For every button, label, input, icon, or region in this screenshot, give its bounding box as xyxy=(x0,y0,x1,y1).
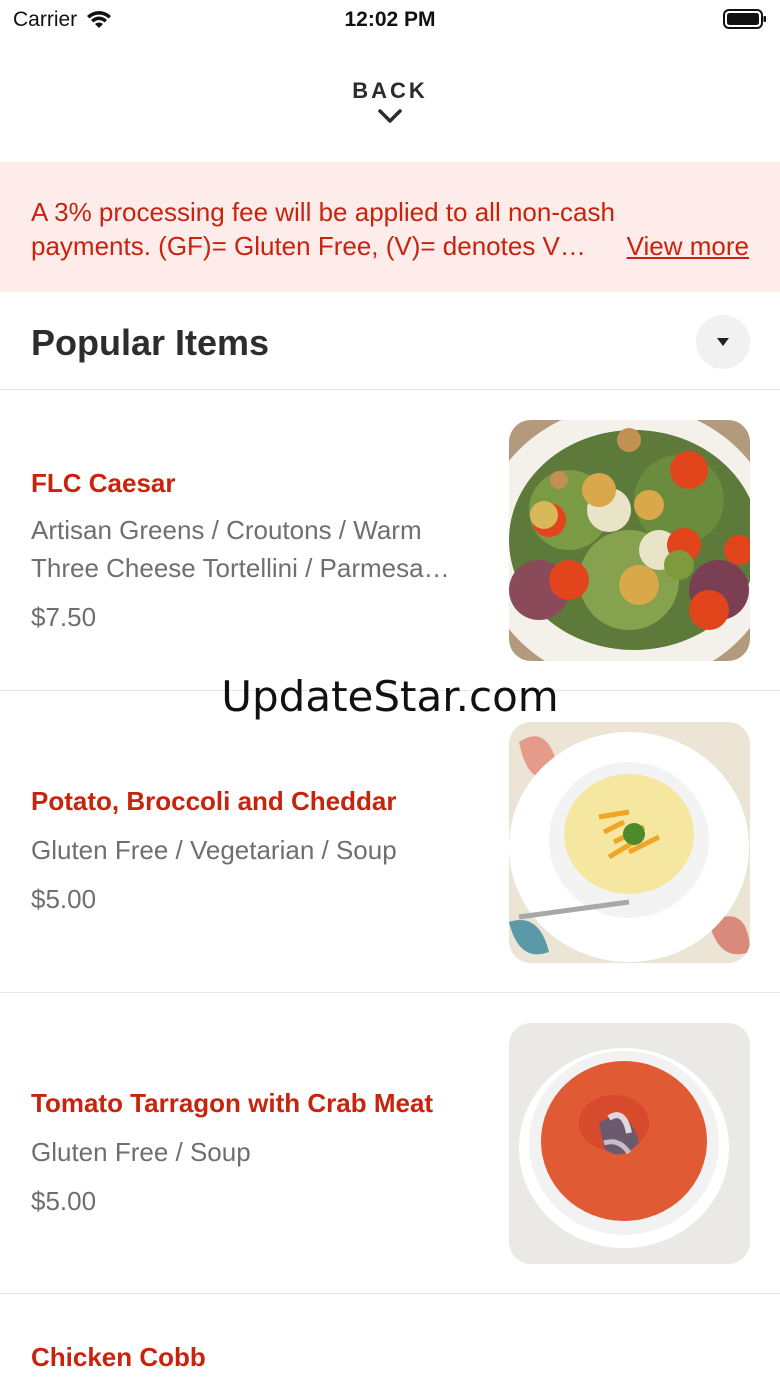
menu-item[interactable]: Chicken Cobb xyxy=(0,1294,780,1387)
tomato-soup-photo xyxy=(509,1023,750,1264)
item-image xyxy=(509,722,750,963)
item-name: Chicken Cobb xyxy=(31,1342,206,1372)
item-price: $5.00 xyxy=(31,884,97,914)
item-description-line: Three Cheese Tortellini / Parmesa… xyxy=(31,553,450,583)
menu-item[interactable]: FLC Caesar Artisan Greens / Croutons / W… xyxy=(0,390,780,691)
collapse-section-button[interactable] xyxy=(696,315,750,369)
notice-row-2: payments. (GF)= Gluten Free, (V)= denote… xyxy=(31,229,749,263)
item-description: Gluten Free / Soup xyxy=(31,1133,471,1171)
clock: 12:02 PM xyxy=(344,8,436,31)
notice-text-line1: A 3% processing fee will be applied to a… xyxy=(31,197,615,227)
potato-soup-photo xyxy=(509,722,750,963)
item-price: $5.00 xyxy=(31,1186,97,1216)
item-image xyxy=(509,420,750,661)
menu-item[interactable]: Tomato Tarragon with Crab Meat Gluten Fr… xyxy=(0,993,780,1294)
notice-text-line2: payments. (GF)= Gluten Free, (V)= denote… xyxy=(31,231,586,261)
back-label: BACK xyxy=(352,78,428,103)
item-description-line: Gluten Free / Soup xyxy=(31,1137,251,1167)
back-button[interactable]: BACK xyxy=(0,78,780,124)
item-name: Tomato Tarragon with Crab Meat xyxy=(31,1088,434,1118)
item-description-line: Artisan Greens / Croutons / Warm xyxy=(31,515,422,545)
item-name: FLC Caesar xyxy=(31,468,176,498)
section-header: Popular Items xyxy=(0,292,780,390)
menu-item[interactable]: Potato, Broccoli and Cheddar Gluten Free… xyxy=(0,691,780,993)
status-bar: Carrier 12:02 PM xyxy=(0,0,780,40)
chevron-down-icon xyxy=(378,109,402,123)
item-price: $7.50 xyxy=(31,602,97,632)
view-more-link[interactable]: View more xyxy=(627,229,749,263)
notice-banner: A 3% processing fee will be applied to a… xyxy=(0,162,780,292)
item-image xyxy=(509,1023,750,1264)
caesar-salad-photo xyxy=(509,420,750,661)
section-title: Popular Items xyxy=(31,322,270,363)
battery-icon xyxy=(723,9,766,29)
item-description: Artisan Greens / Croutons / Warm Three C… xyxy=(31,511,471,587)
item-description: Gluten Free / Vegetarian / Soup xyxy=(31,831,471,869)
item-description-line: Gluten Free / Vegetarian / Soup xyxy=(31,835,397,865)
item-name: Potato, Broccoli and Cheddar xyxy=(31,786,397,816)
caret-down-icon xyxy=(717,338,729,346)
